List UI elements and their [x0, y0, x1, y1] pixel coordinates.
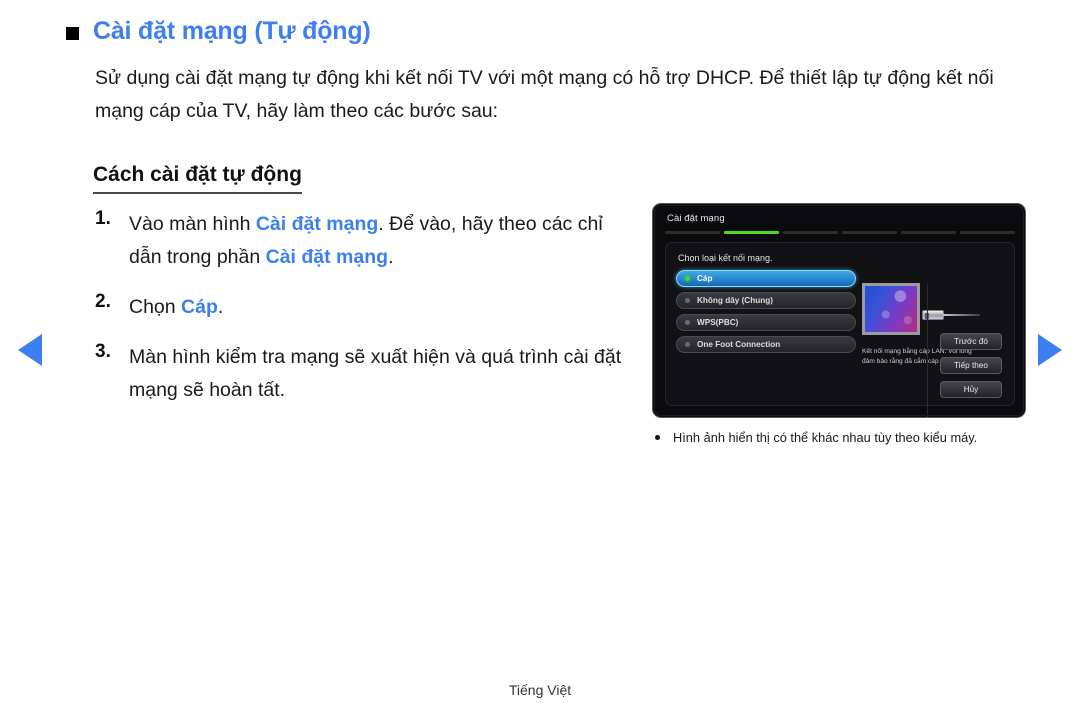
tv-option-2[interactable]: Không dây (Chung) — [676, 292, 856, 309]
tv-screen-mockup: Cài đặt mạng Chọn loại kết nối mạng. Cáp… — [652, 203, 1026, 418]
step-highlight-term: Cài đặt mạng — [265, 246, 389, 268]
step-number: 2. — [95, 291, 111, 312]
caption-bullet-icon — [655, 435, 660, 440]
step-number: 1. — [95, 208, 111, 229]
step-number: 3. — [95, 341, 111, 362]
section-subtitle: Cách cài đặt tự động — [93, 163, 302, 194]
next-page-arrow-icon[interactable] — [1038, 334, 1062, 366]
tv-connection-options-list: Cáp Không dây (Chung) WPS(PBC) One Foot Con… — [676, 270, 856, 358]
tv-option-label: One Foot Connection — [697, 340, 781, 349]
step-highlight-term: Cài đặt mạng — [255, 213, 379, 235]
progress-segment — [665, 231, 720, 234]
step-text-fragment: . — [217, 296, 224, 318]
footer-language: Tiếng Việt — [508, 682, 572, 698]
illustration-lan-cable — [943, 314, 980, 316]
bullet-square-icon — [66, 26, 79, 40]
intro-paragraph: Sử dụng cài đặt mạng tự động khi kết nối… — [95, 67, 994, 122]
tv-content-panel: Chọn loại kết nối mạng. Cáp Không dây (Ch… — [665, 242, 1015, 417]
step-item: 3. Màn hình kiểm tra mạng sẽ xuất hiện và… — [95, 341, 625, 407]
progress-segment — [783, 231, 838, 234]
step-text-fragment: Màn hình kiểm tra mạng sẽ xuất hiện và q… — [129, 346, 622, 401]
tv-screen-title: Cài đặt mạng — [667, 213, 725, 224]
option-indicator-icon — [685, 320, 690, 325]
tv-option-1[interactable]: Cáp — [676, 270, 856, 287]
option-indicator-icon — [685, 298, 690, 303]
step-text-fragment: Chọn — [129, 296, 182, 318]
tv-option-label: WPS(PBC) — [697, 318, 739, 327]
tv-with-lan-cable-illustration-icon — [862, 279, 980, 341]
option-indicator-icon — [685, 342, 690, 347]
steps-list: 1. Vào màn hình Cài đặt mạng. Để vào, hãy… — [95, 208, 625, 424]
tv-progress-bar — [665, 231, 1015, 234]
tv-action-button-3[interactable]: Hủy — [940, 381, 1002, 398]
tv-action-button-2[interactable]: Tiếp theo — [940, 357, 1002, 374]
caption-note-text: Hình ảnh hiển thị có thể khác nhau tùy t… — [673, 430, 978, 445]
tv-action-button-1[interactable]: Trước đó — [940, 333, 1002, 350]
illustration-tv-panel — [862, 283, 920, 335]
tv-panel-divider — [927, 283, 928, 417]
progress-segment — [842, 231, 897, 234]
previous-page-arrow-icon[interactable] — [18, 334, 42, 366]
caption-note: Hình ảnh hiển thị có thể khác nhau tùy t… — [652, 428, 1040, 448]
tv-option-label: Cáp — [697, 274, 713, 283]
manual-page: Cài đặt mạng (Tự động) Sử dụng cài đặt m… — [0, 0, 1080, 705]
progress-segment — [901, 231, 956, 234]
step-item: 1. Vào màn hình Cài đặt mạng. Để vào, hãy… — [95, 208, 625, 274]
option-selected-indicator-icon — [685, 276, 690, 281]
tv-option-3[interactable]: WPS(PBC) — [676, 314, 856, 331]
progress-segment-active — [724, 231, 779, 234]
illustration-lan-plug — [922, 310, 944, 320]
step-text: Chọn Cáp. — [129, 291, 223, 324]
progress-segment — [960, 231, 1015, 234]
step-text-fragment: . — [388, 246, 394, 268]
page-title: Cài đặt mạng (Tự động) — [66, 17, 371, 46]
tv-prompt-text: Chọn loại kết nối mạng. — [678, 253, 773, 263]
step-text: Màn hình kiểm tra mạng sẽ xuất hiện và q… — [129, 341, 625, 407]
tv-option-label: Không dây (Chung) — [697, 296, 773, 305]
step-text-fragment: Vào màn hình — [129, 213, 256, 235]
page-title-text: Cài đặt mạng (Tự động) — [93, 17, 371, 45]
step-text: Vào màn hình Cài đặt mạng. Để vào, hãy t… — [129, 208, 625, 274]
step-item: 2. Chọn Cáp. — [95, 291, 625, 324]
section-subtitle-text: Cách cài đặt tự động — [93, 163, 302, 186]
step-highlight-term: Cáp — [181, 296, 218, 318]
tv-option-4[interactable]: One Foot Connection — [676, 336, 856, 353]
tv-action-buttons: Trước đó Tiếp theo Hủy — [940, 333, 1002, 405]
